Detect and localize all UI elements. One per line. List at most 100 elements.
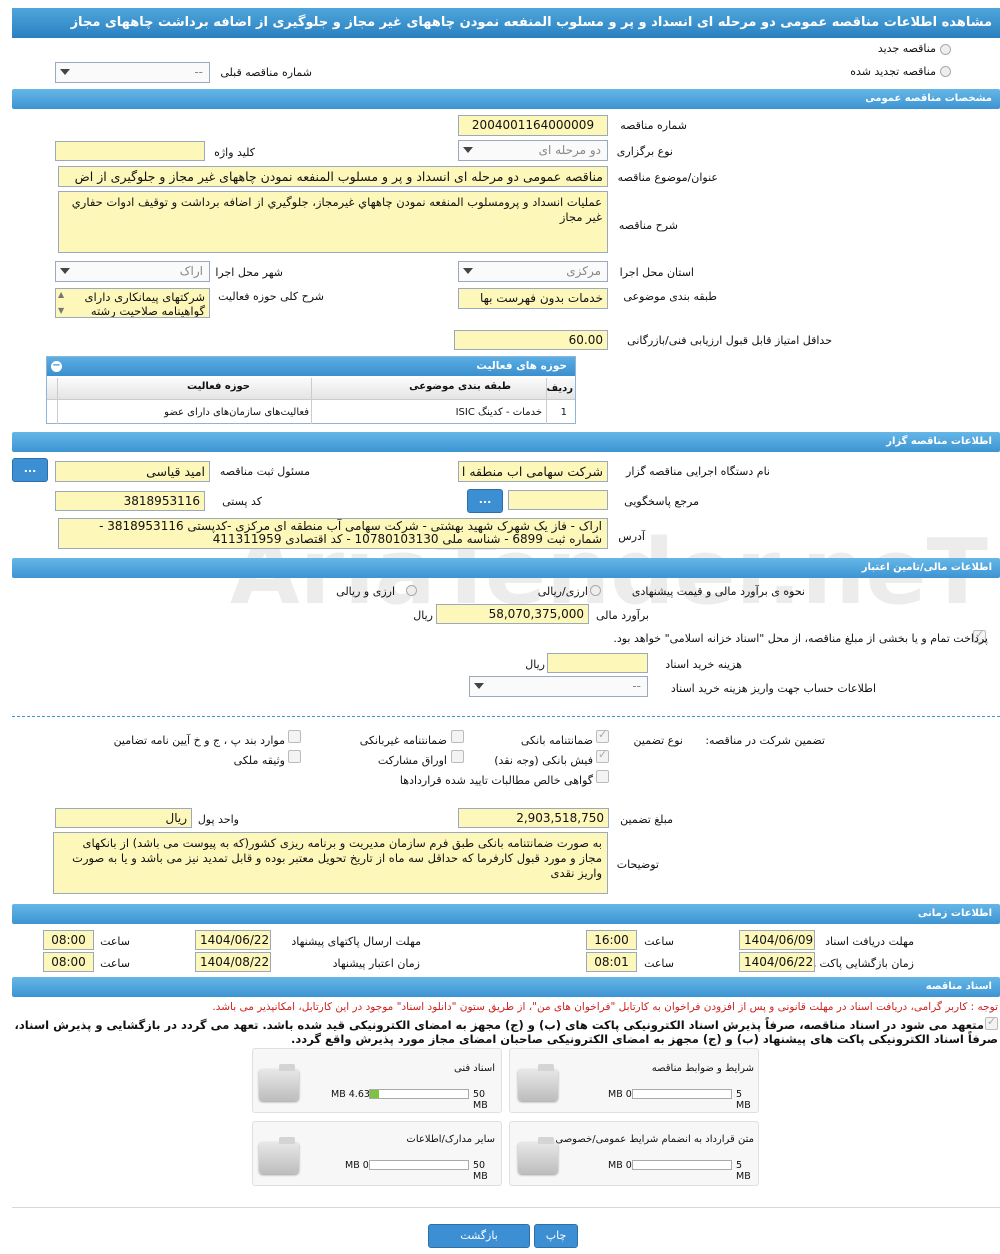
bank-guarantee-checkbox[interactable] (596, 728, 609, 743)
file-used: 0 MB (345, 1160, 369, 1171)
amount-field: 2,903,518,750 (458, 808, 609, 828)
file-box-terms[interactable]: شرایط و ضوابط مناقصه 0 MB 5 MB (509, 1048, 759, 1113)
receive-time-label: ساعت (644, 935, 674, 948)
keyword-label: کلید واژه (214, 146, 255, 159)
officer-lookup-button[interactable]: ... (12, 458, 48, 482)
scope-label: شرح کلی حوزه فعالیت (218, 290, 324, 303)
file-max: 50 MB (473, 1160, 488, 1182)
file-box-label: متن قرارداد به انضمام شرایط عمومی/خصوصی (555, 1134, 754, 1145)
pledge-checkbox[interactable] (985, 1015, 998, 1030)
file-box-label: اسناد فنی (454, 1063, 495, 1074)
province-select[interactable]: مرکزی (458, 261, 608, 282)
tender-number-field: 2004001164000009 (458, 115, 608, 136)
chevron-down-icon (463, 268, 473, 274)
claims-label: گواهی خالص مطالبات تایید شده قراردادها (399, 774, 593, 787)
back-button[interactable]: بازگشت (428, 1224, 530, 1248)
city-select[interactable]: اراک (55, 261, 210, 282)
min-score-field: 60.00 (454, 330, 608, 350)
pledge-line2: صرفاً اسناد الکترونیکی پاکت های پیشنهاد … (291, 1032, 998, 1046)
collapse-icon[interactable]: − (51, 361, 62, 372)
file-usage-bar (369, 1160, 469, 1170)
guarantee-label: تضمین شرکت در مناقصه: (705, 734, 825, 747)
divider (12, 716, 1000, 717)
method-label: نحوه ی برآورد مالی و قیمت پیشنهادی (631, 585, 805, 598)
renewed-tender-radio[interactable] (940, 66, 951, 77)
send-time: 08:00 (43, 930, 94, 950)
method-radio-1[interactable] (590, 585, 601, 596)
prev-tender-select[interactable]: -- (55, 62, 210, 83)
nonbank-guarantee-checkbox[interactable] (451, 730, 464, 743)
scope-field[interactable]: شرکتهای پیمانکاری دارای گواهینامه صلاحیت… (55, 288, 210, 318)
property-label: وثیقه ملکی (233, 754, 285, 767)
col-divider (546, 378, 547, 424)
open-date: 1404/06/22 (739, 952, 815, 972)
items-p-label: موارد بند پ ، ج و خ آیین نامه تضامین (113, 734, 285, 747)
estimate-field: 58,070,375,000 (436, 604, 589, 624)
receive-label: مهلت دریافت اسناد (825, 935, 914, 948)
folder-icon (518, 1064, 558, 1101)
section-timing: اطلاعات زمانی (12, 904, 1000, 924)
agency-field: شرکت سهامی اب منطقه ا (458, 461, 608, 482)
receive-date: 1404/06/09 (739, 930, 815, 950)
cell-row: 1 (560, 407, 567, 418)
bonds-checkbox[interactable] (451, 750, 464, 763)
postal-field: 3818953116 (55, 491, 205, 511)
account-select[interactable]: -- (469, 676, 648, 697)
col-category: طبقه بندی موضوعی (409, 381, 511, 392)
scroll-down-icon[interactable]: ▼ (58, 306, 64, 315)
type-label: نوع برگزاری (616, 145, 673, 158)
page-title: مشاهده اطلاعات مناقصه عمومی دو مرحله ای … (12, 8, 1000, 38)
keyword-field (55, 141, 205, 161)
check-checkbox[interactable] (596, 748, 609, 763)
officer-field: امید قیاسی (55, 461, 210, 482)
doc-fee-field (547, 653, 648, 673)
col-divider (57, 378, 58, 424)
validity-time-label: ساعت (100, 957, 130, 970)
treasury-label: پرداخت تمام و یا بخشی از مبلغ مناقصه، از… (613, 632, 988, 645)
new-tender-radio[interactable] (940, 44, 951, 55)
scroll-up-icon[interactable]: ▲ (58, 290, 64, 299)
file-max: 5 MB (736, 1089, 751, 1111)
chevron-down-icon (463, 147, 473, 153)
prev-tender-label: شماره مناقصه قبلی (220, 66, 312, 79)
open-label: زمان بازگشایی پاکت ها (806, 957, 914, 970)
min-score-label: حداقل امتیاز قابل قبول ارزیابی فنی/بازرگ… (627, 334, 832, 347)
postal-label: کد پستی (222, 495, 262, 508)
file-box-label: سایر مدارک/اطلاعات (406, 1134, 495, 1145)
method-radio-2[interactable] (406, 585, 417, 596)
items-p-checkbox[interactable] (288, 730, 301, 743)
send-label: مهلت ارسال پاکتهای پیشنهاد (291, 935, 421, 948)
doc-fee-label: هزینه خرید اسناد (665, 658, 742, 671)
activities-panel: حوزه های فعالیت − ردیف طبقه بندی موضوعی … (46, 356, 576, 424)
col-activity: حوزه فعالیت (187, 381, 250, 392)
file-usage-bar (369, 1089, 469, 1099)
folder-icon (518, 1137, 558, 1174)
currency-label: واحد پول (197, 813, 239, 826)
ref-lookup-button[interactable]: ... (467, 489, 503, 513)
type-select[interactable]: دو مرحله ای (458, 140, 608, 161)
send-date: 1404/06/22 (195, 930, 271, 950)
file-box-label: شرایط و ضوابط مناقصه (651, 1063, 754, 1074)
file-used: 4.63 MB (331, 1089, 370, 1100)
method-opt1: ارزی/ریالی (537, 585, 588, 598)
validity-time: 08:00 (43, 952, 94, 972)
address-field: اراک - فاز یک شهرک شهید بهشتی - شرکت سها… (58, 518, 608, 549)
file-box-contract[interactable]: متن قرارداد به انضمام شرایط عمومی/خصوصی … (509, 1121, 759, 1186)
address-label: آدرس (618, 530, 645, 543)
ref-field (508, 490, 608, 510)
bottom-separator (12, 1207, 1000, 1208)
file-box-technical[interactable]: اسناد فنی 4.63 MB 50 MB (252, 1048, 502, 1113)
estimate-label: برآورد مالی (596, 609, 649, 622)
docs-notice: توجه : کاربر گرامی، دریافت اسناد در مهلت… (212, 1001, 998, 1013)
chevron-down-icon (60, 69, 70, 75)
col-row: ردیف (546, 383, 573, 394)
print-button[interactable]: چاپ (534, 1224, 578, 1248)
property-checkbox[interactable] (288, 750, 301, 763)
notes-label: توضیحات (616, 858, 659, 871)
city-label: شهر محل اجرا (215, 266, 283, 279)
folder-icon (259, 1064, 299, 1101)
file-max: 5 MB (736, 1160, 751, 1182)
claims-checkbox[interactable] (596, 770, 609, 783)
guarantee-type-label: نوع تضمین (633, 734, 683, 747)
file-box-other[interactable]: سایر مدارک/اطلاعات 0 MB 50 MB (252, 1121, 502, 1186)
